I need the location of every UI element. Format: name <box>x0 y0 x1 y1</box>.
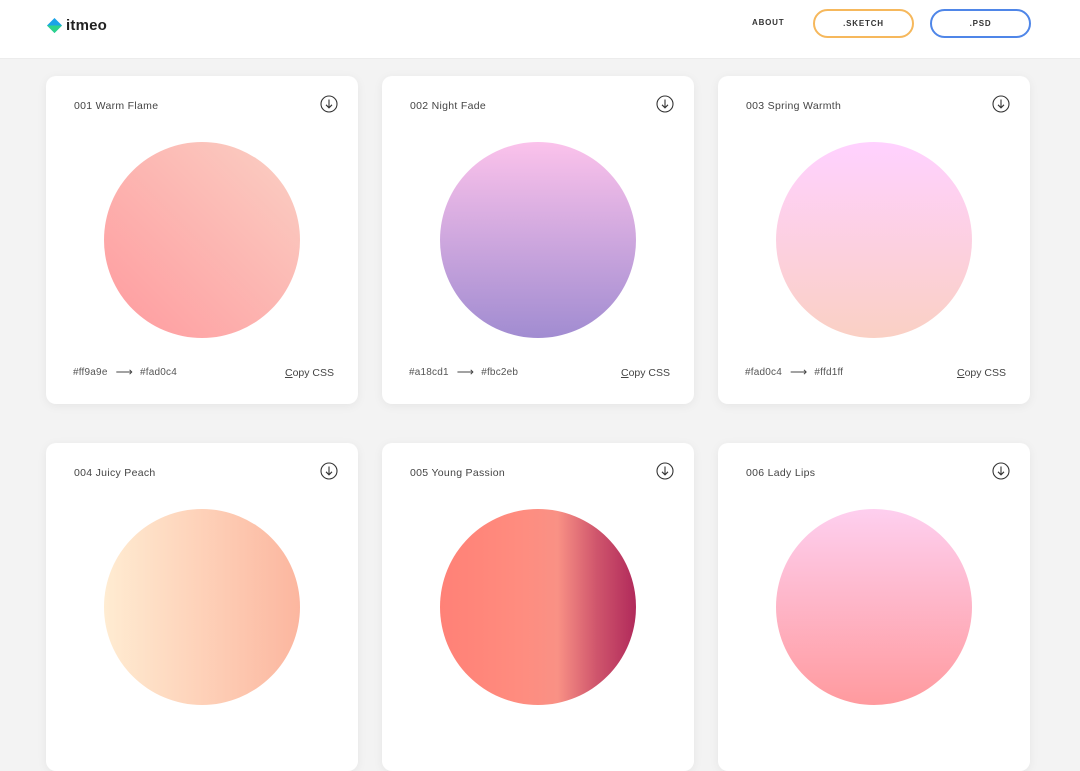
arrow-right-icon: ⟶ <box>790 365 808 379</box>
copy-css-button[interactable]: Copy CSS <box>957 367 1006 379</box>
sketch-download-button[interactable]: .SKETCH <box>813 9 914 38</box>
diamond-logo-icon <box>47 17 62 33</box>
gradient-preview <box>776 509 972 705</box>
gradient-title: 002 Night Fade <box>410 100 486 112</box>
gradient-title: 001 Warm Flame <box>74 100 159 112</box>
copy-css-button[interactable]: Copy CSS <box>621 367 670 379</box>
color-to[interactable]: #fad0c4 <box>140 367 177 378</box>
gradient-preview <box>776 142 972 338</box>
download-icon[interactable] <box>320 462 338 480</box>
download-icon[interactable] <box>320 95 338 113</box>
arrow-right-icon: ⟶ <box>115 365 133 379</box>
top-header: itmeo ABOUT .SKETCH .PSD <box>0 0 1080 59</box>
color-from[interactable]: #a18cd1 <box>409 367 449 378</box>
copy-css-button[interactable]: Copy CSS <box>285 367 334 379</box>
download-icon[interactable] <box>656 462 674 480</box>
gradient-colors: #a18cd1 ⟶ #fbc2eb <box>409 365 518 379</box>
gradient-preview <box>104 509 300 705</box>
gradient-card: 003 Spring Warmth #fad0c4 ⟶ #ffd1ff Copy… <box>718 76 1030 404</box>
download-icon[interactable] <box>656 95 674 113</box>
gradient-title: 004 Juicy Peach <box>74 467 156 479</box>
gradient-title: 006 Lady Lips <box>746 467 816 479</box>
gradient-card: 002 Night Fade #a18cd1 ⟶ #fbc2eb Copy CS… <box>382 76 694 404</box>
psd-download-button[interactable]: .PSD <box>930 9 1031 38</box>
about-link[interactable]: ABOUT <box>752 18 784 27</box>
gradient-title: 005 Young Passion <box>410 467 506 479</box>
gradient-card: 001 Warm Flame #ff9a9e ⟶ #fad0c4 Copy CS… <box>46 76 358 404</box>
color-from[interactable]: #ff9a9e <box>73 367 108 378</box>
color-to[interactable]: #ffd1ff <box>814 367 843 378</box>
arrow-right-icon: ⟶ <box>456 365 475 379</box>
gradient-card: 006 Lady Lips <box>718 443 1030 771</box>
gradient-title: 003 Spring Warmth <box>746 100 842 112</box>
logo[interactable]: itmeo <box>47 16 107 34</box>
color-to[interactable]: #fbc2eb <box>481 367 518 378</box>
gradient-colors: #fad0c4 ⟶ #ffd1ff <box>745 365 843 379</box>
gradient-preview <box>440 142 636 338</box>
gradient-card: 004 Juicy Peach <box>46 443 358 771</box>
gradient-colors: #ff9a9e ⟶ #fad0c4 <box>73 365 177 379</box>
download-icon[interactable] <box>992 462 1010 480</box>
gradient-preview <box>440 509 636 705</box>
gradient-card: 005 Young Passion <box>382 443 694 771</box>
gradient-preview <box>104 142 300 338</box>
logo-text: itmeo <box>66 16 108 34</box>
color-from[interactable]: #fad0c4 <box>745 367 782 378</box>
download-icon[interactable] <box>992 95 1010 113</box>
